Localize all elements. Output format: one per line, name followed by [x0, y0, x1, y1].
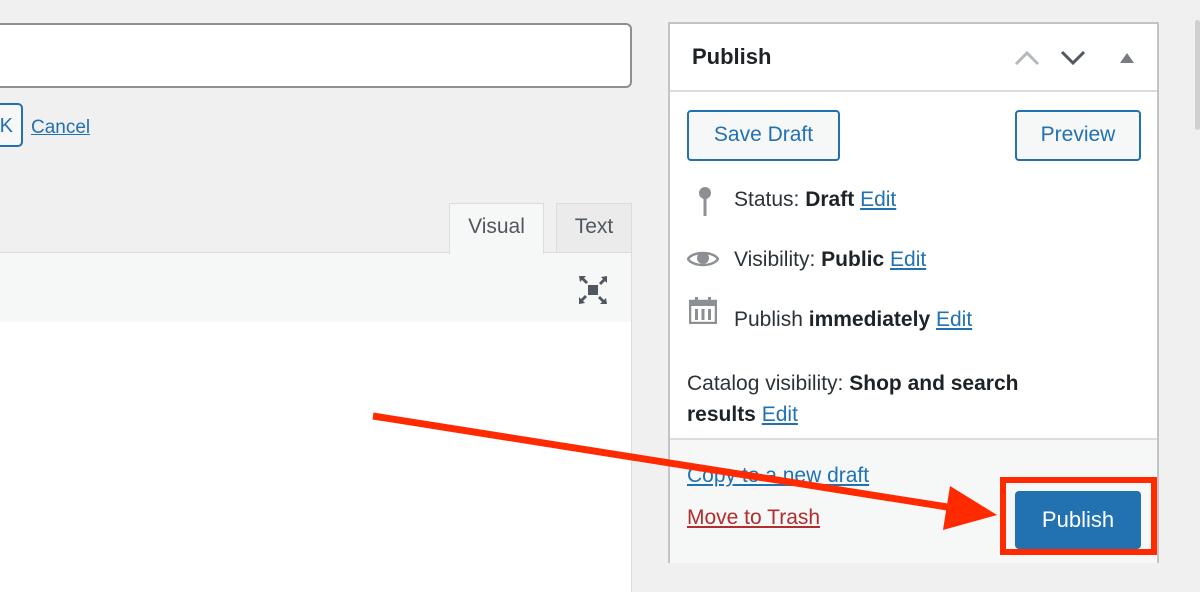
scrollbar[interactable] — [1195, 20, 1200, 130]
arrow-annotation — [372, 412, 997, 530]
tab-visual[interactable]: Visual — [449, 203, 544, 254]
